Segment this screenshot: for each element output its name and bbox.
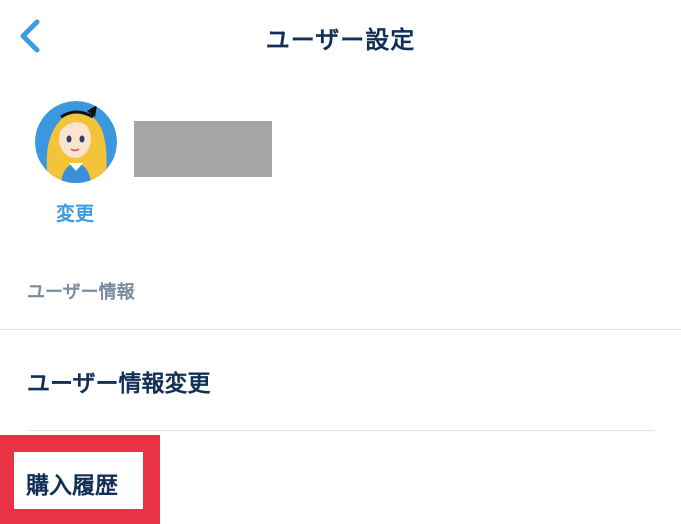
page-title: ユーザー設定 — [265, 26, 416, 54]
avatar-image — [35, 101, 117, 183]
divider — [27, 430, 654, 431]
avatar[interactable] — [35, 101, 117, 183]
section-label: ユーザー情報 — [27, 282, 135, 303]
user-name-redacted — [134, 121, 272, 177]
header: ユーザー設定 — [0, 0, 681, 76]
divider — [0, 329, 681, 330]
menu-item-edit-user-info[interactable]: ユーザー情報変更 — [27, 364, 211, 398]
menu-item-purchase-history[interactable]: 購入履歴 — [26, 466, 118, 500]
user-settings-screen: ユーザー設定 変更 ユーザー情報 ユーザー情報変更 購入履歴 — [0, 0, 681, 524]
change-avatar-button[interactable]: 変更 — [56, 199, 94, 226]
